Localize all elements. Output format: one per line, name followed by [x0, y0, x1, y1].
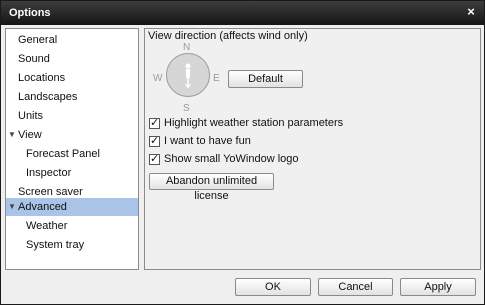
highlight-station-label: Highlight weather station parameters: [164, 117, 344, 129]
sidebar-item-sound[interactable]: Sound: [6, 50, 138, 68]
sidebar-item-label: System tray: [26, 239, 85, 251]
compass-north-label: N: [183, 42, 191, 53]
sidebar-item-inspector[interactable]: Inspector: [6, 164, 138, 182]
view-direction-label: View direction (affects wind only): [148, 30, 308, 42]
sidebar-item-label: Forecast Panel: [26, 148, 100, 160]
close-icon[interactable]: ×: [464, 5, 478, 19]
title-bar: Options ×: [1, 1, 484, 25]
sidebar-item-label: View: [18, 129, 42, 141]
compass-east-label: E: [213, 73, 220, 84]
sidebar-item-label: General: [18, 34, 58, 46]
have-fun-checkbox[interactable]: ✓: [149, 135, 160, 147]
show-logo-checkbox[interactable]: ✓: [149, 153, 160, 165]
sidebar-item-label: Weather: [26, 220, 68, 232]
sidebar-item-label: Locations: [18, 72, 66, 84]
show-logo-label: Show small YoWindow logo: [164, 153, 299, 165]
cancel-button[interactable]: Cancel: [318, 278, 393, 296]
window-title: Options: [9, 7, 51, 19]
compass-west-label: W: [153, 73, 163, 84]
options-nav-list: General Sound Locations Landscapes Units…: [5, 28, 139, 270]
advanced-settings-panel: View direction (affects wind only) N W E…: [144, 28, 481, 270]
expand-arrow-icon[interactable]: ▼: [7, 198, 17, 216]
sidebar-item-system-tray[interactable]: System tray: [6, 236, 138, 254]
sidebar-item-locations[interactable]: Locations: [6, 69, 138, 87]
sidebar-item-units[interactable]: Units: [6, 107, 138, 125]
sidebar-item-label: Advanced: [18, 201, 67, 213]
sidebar-item-weather[interactable]: Weather: [6, 217, 138, 235]
have-fun-label: I want to have fun: [164, 135, 251, 147]
sidebar-item-view[interactable]: ▼ View: [6, 126, 138, 144]
apply-button[interactable]: Apply: [400, 278, 476, 296]
checkmark-icon: ✓: [150, 135, 160, 147]
abandon-license-button[interactable]: Abandon unlimited license: [149, 173, 274, 202]
highlight-station-checkbox[interactable]: ✓: [149, 117, 160, 129]
compass-south-label: S: [183, 103, 190, 114]
sidebar-item-landscapes[interactable]: Landscapes: [6, 88, 138, 106]
sidebar-item-label: Landscapes: [18, 91, 78, 103]
sidebar-item-label: Sound: [18, 53, 50, 65]
checkmark-icon: ✓: [150, 153, 160, 165]
ok-button[interactable]: OK: [235, 278, 311, 296]
default-direction-button[interactable]: Default: [228, 70, 303, 88]
sidebar-item-general[interactable]: General: [6, 31, 138, 49]
sidebar-item-forecast-panel[interactable]: Forecast Panel: [6, 145, 138, 163]
sidebar-item-label: Inspector: [26, 167, 72, 179]
sidebar-item-advanced[interactable]: ▼ Advanced: [6, 198, 138, 216]
sidebar-item-label: Units: [18, 110, 44, 122]
checkmark-icon: ✓: [150, 117, 160, 129]
person-icon: [185, 63, 191, 89]
options-window: Options × General Sound Locations Landsc…: [0, 0, 485, 305]
compass-dial[interactable]: [166, 53, 210, 97]
expand-arrow-icon[interactable]: ▼: [7, 126, 17, 144]
